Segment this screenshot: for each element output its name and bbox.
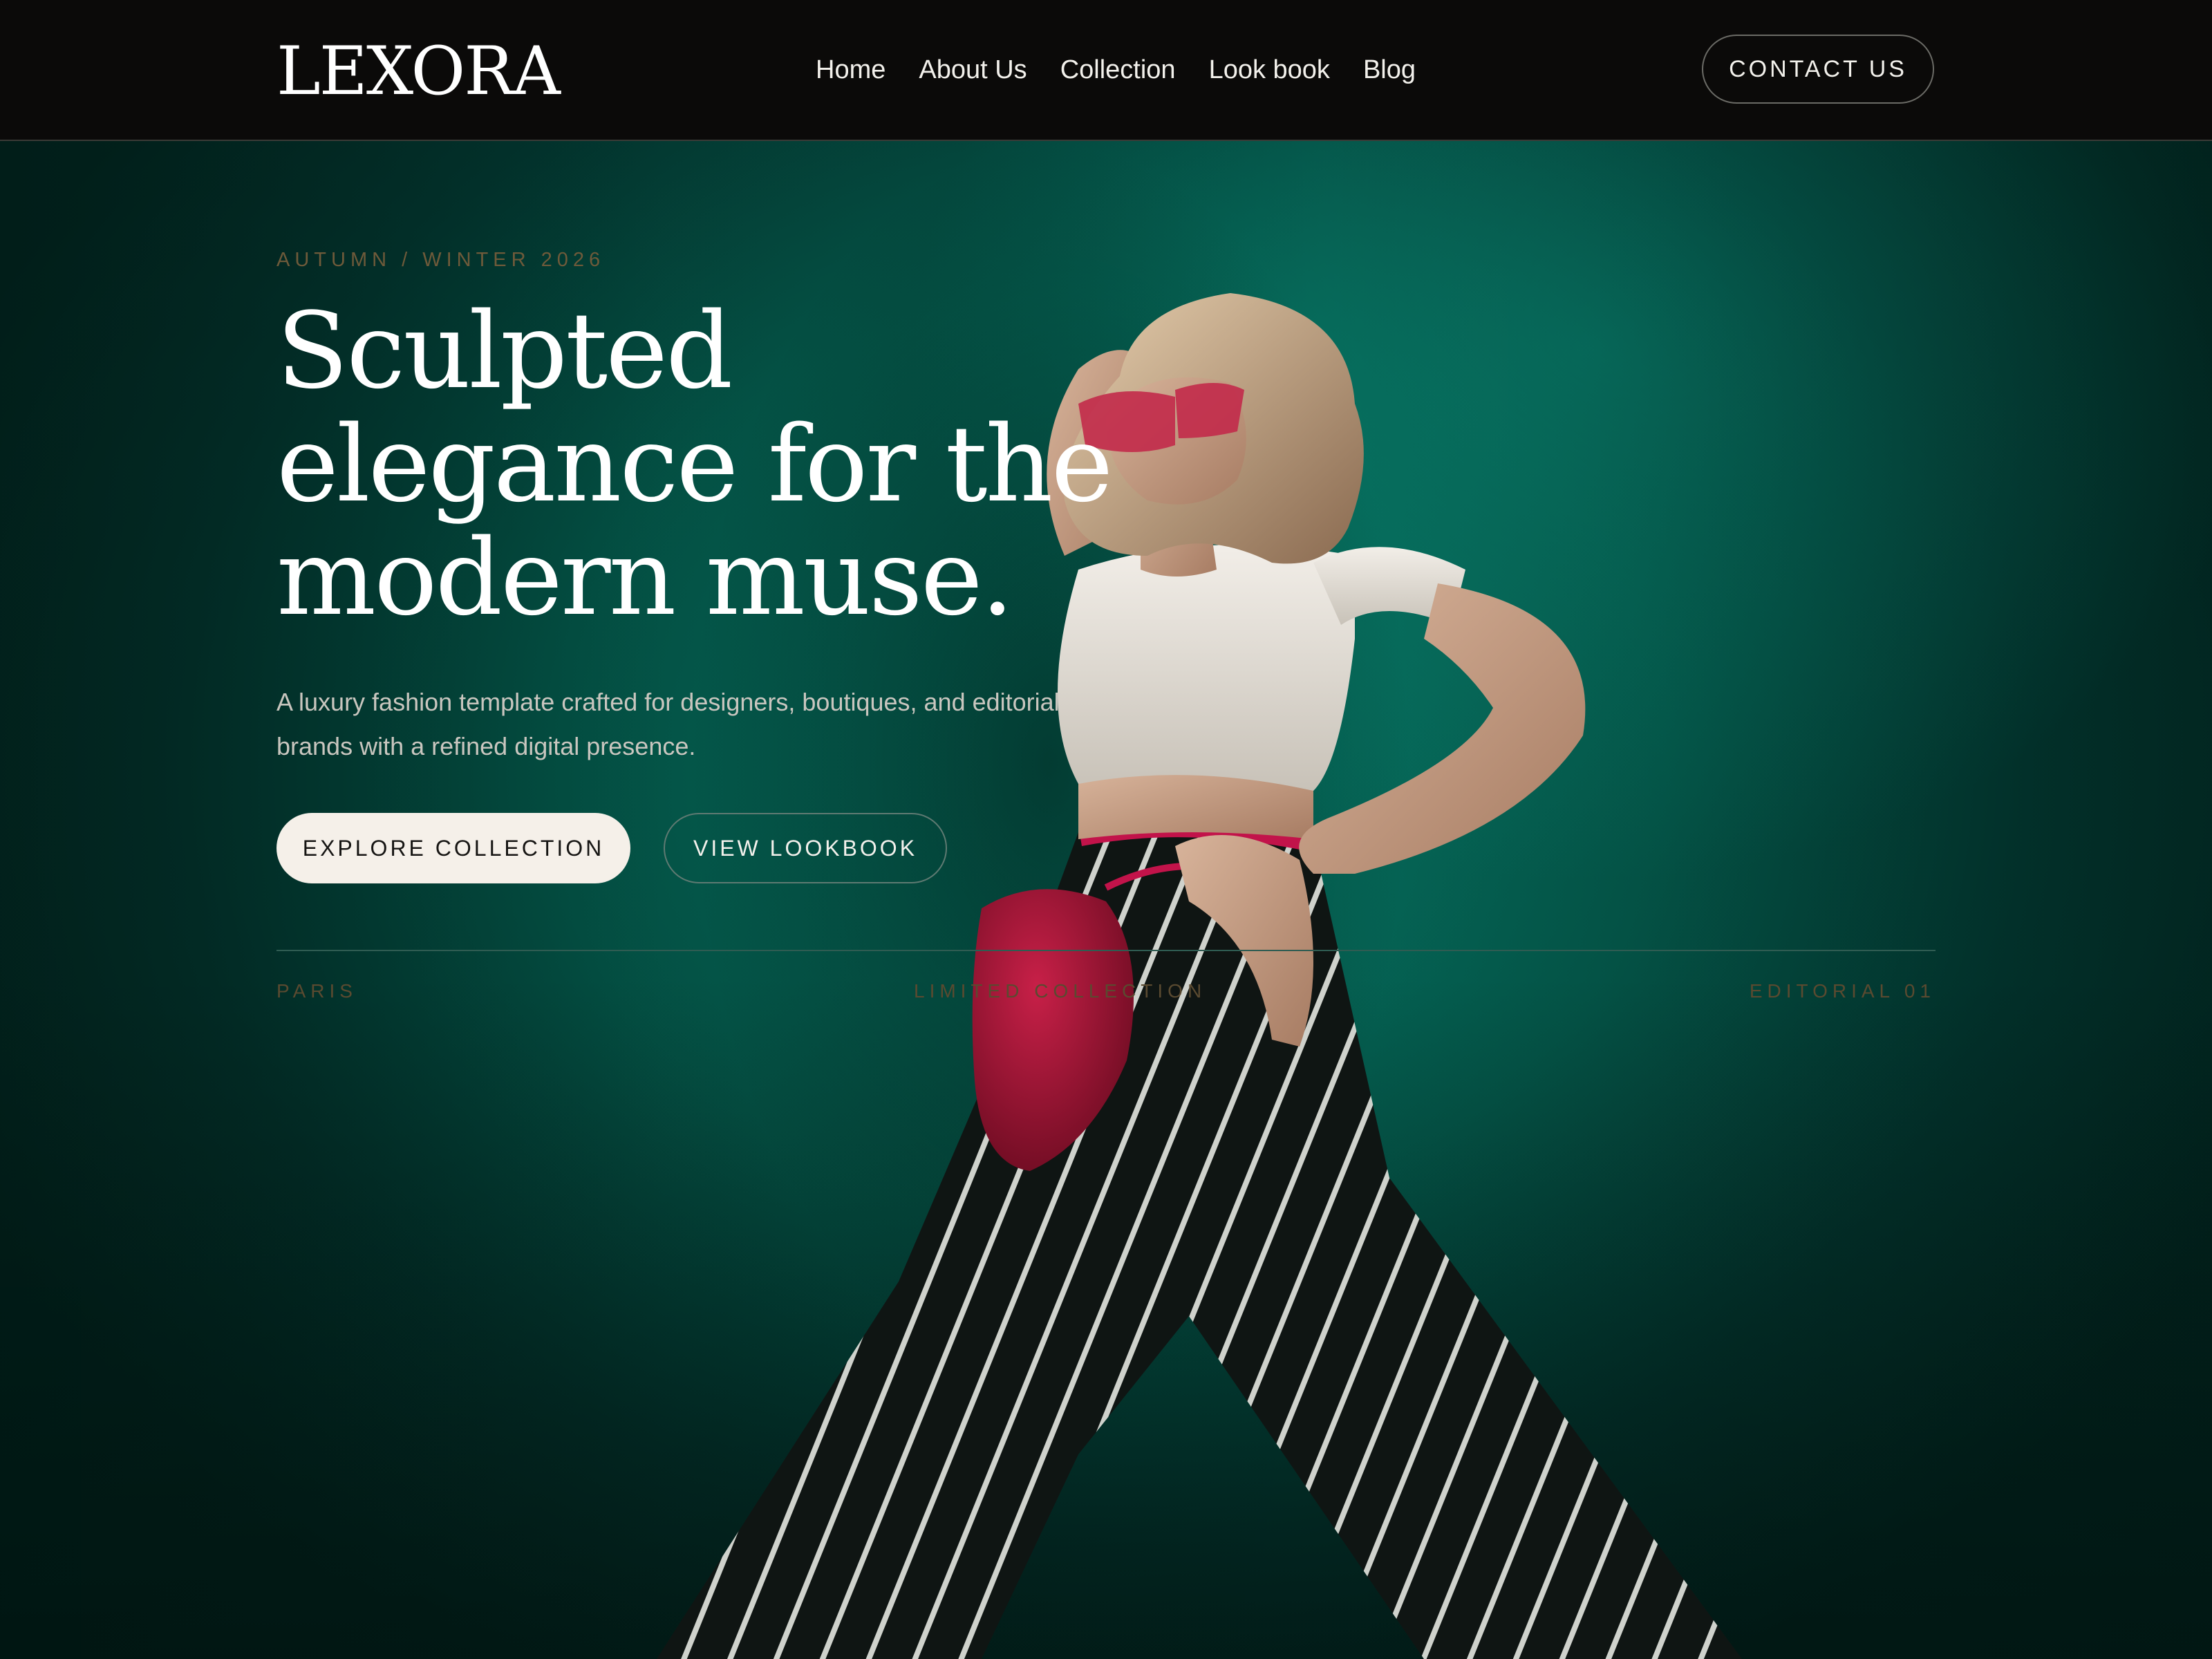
- view-lookbook-button[interactable]: VIEW LOOKBOOK: [664, 813, 947, 883]
- nav-link-blog[interactable]: Blog: [1363, 50, 1416, 90]
- nav-link-collection[interactable]: Collection: [1060, 50, 1176, 90]
- hero-title-line: modern muse.: [276, 516, 1014, 639]
- hero-section: AUTUMN / WINTER 2026 Sculpted elegance f…: [0, 141, 2212, 1659]
- hero-title: Sculpted elegance for the modern muse.: [276, 294, 1175, 635]
- nav-link-home[interactable]: Home: [816, 50, 885, 90]
- main-nav: Home About Us Collection Look book Blog: [816, 50, 1416, 90]
- nav-link-about-us[interactable]: About Us: [919, 50, 1027, 90]
- hero-divider: [276, 950, 1936, 951]
- nav-link-look-book[interactable]: Look book: [1209, 50, 1330, 90]
- hero-description: A luxury fashion template crafted for de…: [276, 688, 1060, 760]
- season-tag: AUTUMN / WINTER 2026: [276, 249, 606, 271]
- meta-location: PARIS: [276, 980, 357, 1002]
- brand-logo[interactable]: LEXORA: [276, 33, 561, 109]
- hero-title-line: elegance for the: [276, 403, 1113, 525]
- meta-editorial: EDITORIAL 01: [1749, 980, 1936, 1002]
- meta-collection: LIMITED COLLECTION: [914, 980, 1207, 1002]
- hero-meta-row: PARIS LIMITED COLLECTION EDITORIAL 01: [276, 980, 1936, 1008]
- explore-collection-button[interactable]: EXPLORE COLLECTION: [276, 813, 630, 883]
- site-header: LEXORA Home About Us Collection Look boo…: [0, 0, 2212, 141]
- hero-title-line: Sculpted: [276, 290, 733, 412]
- contact-us-button[interactable]: CONTACT US: [1702, 35, 1934, 104]
